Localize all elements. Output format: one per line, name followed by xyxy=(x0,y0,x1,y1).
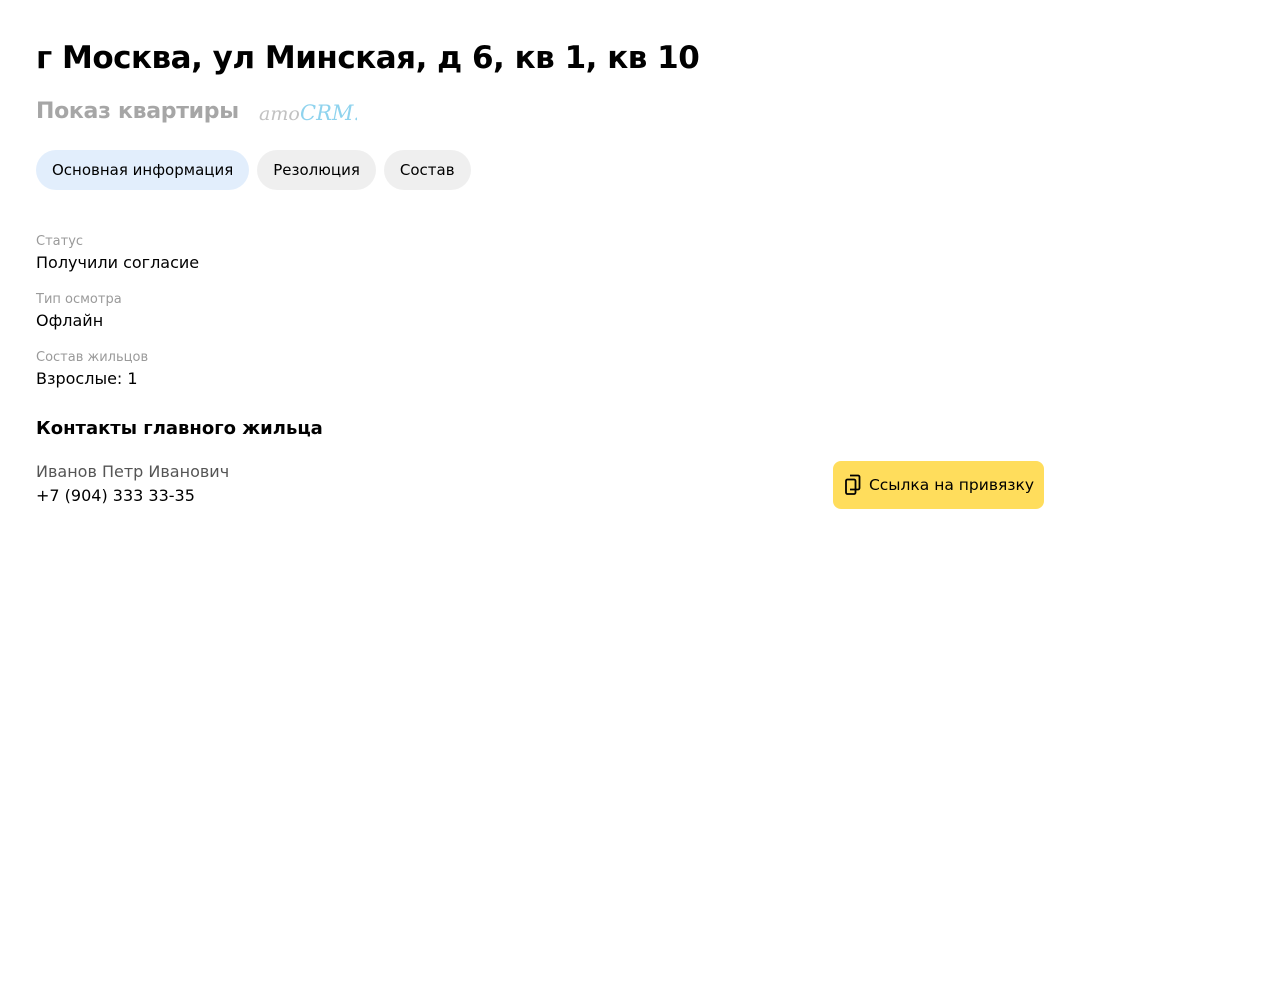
field-inspection-type-value: Офлайн xyxy=(36,311,104,330)
field-inspection-type-label: Тип осмотра xyxy=(36,292,122,307)
field-status: Статус Получили согласие xyxy=(36,233,199,274)
field-status-value: Получили согласие xyxy=(36,253,200,272)
field-residents-label: Состав жильцов xyxy=(36,350,149,365)
tabs-bar: Основная информация Резолюция Состав xyxy=(36,150,471,190)
copy-link-label: Ссылка на привязку xyxy=(868,476,1035,494)
field-inspection-type: Тип осмотра Офлайн xyxy=(36,291,122,332)
contacts-section-title: Контакты главного жильца xyxy=(36,418,323,439)
tab-composition[interactable]: Состав xyxy=(383,150,471,190)
copy-link-button[interactable]: Ссылка на привязку xyxy=(833,461,1044,509)
svg-text:amo: amo xyxy=(259,103,300,125)
field-status-label: Статус xyxy=(36,234,84,249)
contact-phone: +7 (904) 333 33-35 xyxy=(36,486,195,505)
svg-text:CRM.: CRM. xyxy=(300,101,357,125)
copy-icon xyxy=(843,474,863,496)
tab-resolution[interactable]: Резолюция xyxy=(257,150,376,190)
page-title: г Москва, ул Минская, д 6, кв 1, кв 10 xyxy=(36,40,700,76)
field-residents: Состав жильцов Взрослые: 1 xyxy=(36,349,148,390)
contact-name: Иванов Петр Иванович xyxy=(36,462,230,481)
subtitle-row: Показ квартиры amo CRM. xyxy=(36,96,357,128)
amocrm-logo-icon: amo CRM. xyxy=(259,101,357,125)
amocrm-logo: amo CRM. xyxy=(259,97,357,129)
page-subtitle: Показ квартиры xyxy=(36,99,239,124)
field-residents-value: Взрослые: 1 xyxy=(36,369,138,388)
tab-main-info[interactable]: Основная информация xyxy=(36,150,250,190)
